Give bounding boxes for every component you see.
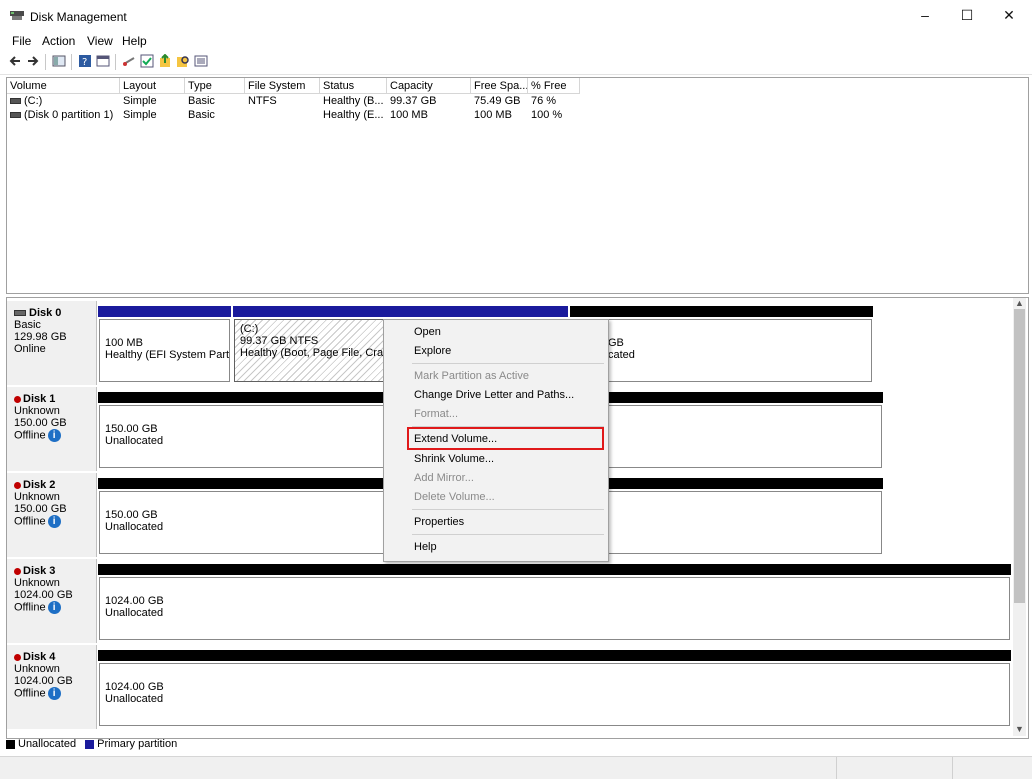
table-cell: 99.37 GB (390, 95, 437, 107)
forward-icon[interactable] (26, 54, 40, 68)
table-cell: Healthy (B... (323, 95, 384, 107)
help-icon[interactable]: ? (78, 54, 92, 68)
menu-item-open[interactable]: Open (414, 326, 441, 338)
col-capacity[interactable]: Capacity (387, 78, 471, 94)
menu-file[interactable]: File (12, 34, 31, 48)
menu-item-explore[interactable]: Explore (414, 345, 451, 357)
col-volume[interactable]: Volume (7, 78, 120, 94)
partition-efi[interactable]: 100 MB Healthy (EFI System Partiti (99, 319, 230, 382)
col-percent-free[interactable]: % Free (528, 78, 580, 94)
col-file-system[interactable]: File System (245, 78, 320, 94)
partition-unallocated[interactable]: GB cated (571, 319, 872, 382)
search-icon[interactable] (176, 54, 190, 68)
partition-bar (98, 650, 1011, 661)
unallocated-swatch (6, 739, 15, 749)
menu-item-format: Format... (414, 408, 459, 420)
disk-0-label[interactable]: Disk 0 Basic 129.98 GB Online (7, 301, 97, 385)
info-icon[interactable]: i (47, 429, 61, 442)
table-cell: Healthy (E... (323, 109, 384, 121)
table-cell: Basic (188, 109, 215, 121)
table-row-volume[interactable]: (C:) (7, 95, 120, 108)
table-cell: 76 % (531, 95, 557, 107)
offline-disk-icon (14, 567, 21, 575)
col-free-space[interactable]: Free Spa... (471, 78, 528, 94)
check-icon[interactable] (140, 54, 154, 68)
table-cell: 75.49 GB (474, 95, 521, 107)
table-cell: NTFS (248, 95, 277, 107)
menu-separator (412, 363, 604, 364)
partition-bar (233, 306, 568, 317)
toolbar-separator (71, 54, 72, 70)
scrollbar-thumb[interactable] (1014, 309, 1025, 603)
volume-list[interactable]: Volume Layout Type File System Status Ca… (6, 77, 1029, 294)
console-tree-icon[interactable] (52, 54, 66, 68)
menu-help[interactable]: Help (122, 34, 147, 48)
status-divider (952, 757, 953, 779)
menu-item-help[interactable]: Help (414, 541, 437, 553)
up-icon[interactable] (158, 53, 172, 68)
table-row-volume[interactable]: (Disk 0 partition 1) (7, 109, 120, 122)
offline-disk-icon (14, 653, 21, 661)
offline-disk-icon (14, 481, 21, 489)
maximize-button[interactable]: ☐ (944, 0, 990, 30)
disk-4-label[interactable]: Disk 4 Unknown 1024.00 GB Offline i (7, 645, 97, 729)
legend: Unallocated Primary partition (6, 738, 177, 754)
menu-item-properties[interactable]: Properties (414, 516, 464, 528)
partition-unallocated[interactable]: 1024.00 GB Unallocated (99, 577, 1010, 640)
table-cell: Simple (123, 95, 157, 107)
table-cell: Basic (188, 95, 215, 107)
col-layout[interactable]: Layout (120, 78, 185, 94)
close-button[interactable]: ✕ (986, 0, 1032, 30)
svg-text:?: ? (82, 57, 87, 68)
table-cell: 100 MB (390, 109, 428, 121)
status-bar (0, 756, 1032, 779)
title-bar: Disk Management – ☐ ✕ (0, 0, 1032, 30)
volume-icon (10, 98, 21, 105)
menu-item-delete-volume: Delete Volume... (414, 491, 495, 503)
volume-icon (10, 112, 21, 119)
status-divider (836, 757, 837, 779)
menu-item-change-drive-letter[interactable]: Change Drive Letter and Paths... (414, 389, 574, 401)
menu-item-add-mirror: Add Mirror... (414, 472, 474, 484)
table-cell (245, 109, 320, 122)
disk-3-label[interactable]: Disk 3 Unknown 1024.00 GB Offline i (7, 559, 97, 643)
back-icon[interactable] (8, 54, 22, 68)
disk-1-label[interactable]: Disk 1 Unknown 150.00 GB Offline i (7, 387, 97, 471)
partition-bar (570, 306, 873, 317)
info-icon[interactable]: i (47, 687, 61, 700)
info-icon[interactable]: i (47, 601, 61, 614)
disk-2-label[interactable]: Disk 2 Unknown 150.00 GB Offline i (7, 473, 97, 557)
toolbar: ? (0, 50, 1032, 75)
properties-icon[interactable] (96, 54, 110, 68)
window-title: Disk Management (30, 10, 127, 24)
menu-action[interactable]: Action (42, 34, 75, 48)
menu-separator (412, 534, 604, 535)
col-type[interactable]: Type (185, 78, 245, 94)
menu-view[interactable]: View (87, 34, 113, 48)
disk-icon (14, 310, 26, 317)
extend-volume-highlight (407, 427, 604, 450)
offline-disk-icon (14, 395, 21, 403)
list-icon[interactable] (194, 54, 208, 68)
menu-item-shrink-volume[interactable]: Shrink Volume... (414, 453, 494, 465)
minimize-button[interactable]: – (902, 0, 948, 30)
partition-bar (98, 306, 231, 317)
menu-separator (412, 509, 604, 510)
menu-bar: File Action View Help (0, 30, 1032, 50)
col-status[interactable]: Status (320, 78, 387, 94)
toolbar-separator (45, 54, 46, 70)
scroll-up-icon[interactable]: ▲ (1015, 298, 1024, 308)
partition-bar (98, 564, 1011, 575)
primary-partition-swatch (85, 739, 95, 749)
table-cell: Simple (123, 109, 157, 121)
info-icon[interactable]: i (47, 515, 61, 528)
connect-icon[interactable] (122, 54, 136, 68)
table-cell: 100 % (531, 109, 563, 121)
disk-management-icon (10, 10, 24, 21)
scroll-down-icon[interactable]: ▼ (1015, 724, 1024, 734)
partition-unallocated[interactable]: 1024.00 GB Unallocated (99, 663, 1010, 726)
table-cell: 100 MB (474, 109, 512, 121)
menu-item-mark-active: Mark Partition as Active (414, 370, 529, 382)
toolbar-separator (115, 54, 116, 70)
